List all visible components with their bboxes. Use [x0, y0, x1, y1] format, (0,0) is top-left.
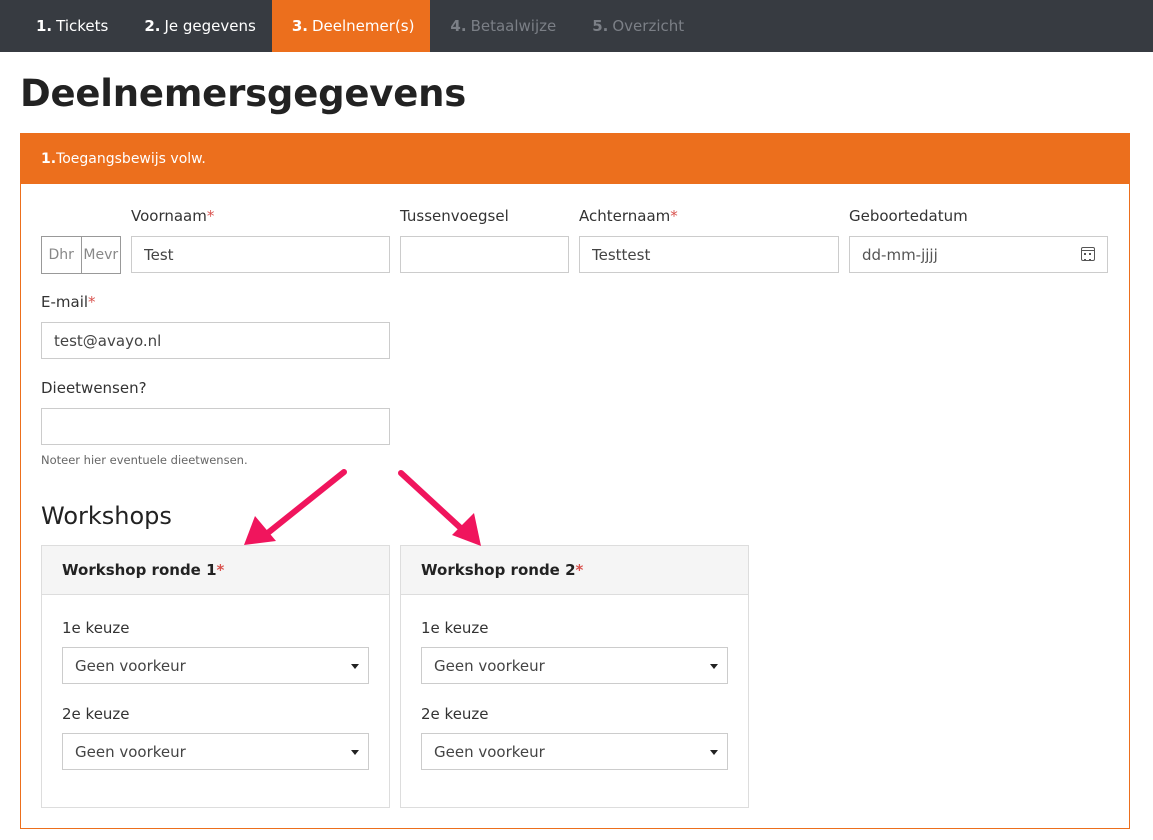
page-title: Deelnemersgegevens	[20, 72, 467, 115]
participant-panel: 1. Toegangsbewijs volw. Dhr Mevr Voornaam…	[20, 133, 1130, 829]
email-input[interactable]	[41, 322, 390, 359]
select-value: Geen voorkeur	[75, 742, 186, 761]
required-mark: *	[670, 207, 678, 225]
voornaam-input[interactable]	[131, 236, 390, 273]
workshop-round-1-card: Workshop ronde 1 * 1e keuze Geen voorkeur…	[41, 545, 390, 808]
gender-dhr-button[interactable]: Dhr	[42, 237, 82, 273]
caret-down-icon	[710, 664, 718, 669]
step-number: 1.	[36, 17, 53, 35]
step-number: 3.	[291, 17, 308, 35]
caret-down-icon	[351, 750, 359, 755]
step-label: Overzicht	[612, 17, 685, 35]
gender-mevr-button[interactable]: Mevr	[82, 237, 121, 273]
email-label-text: E-mail	[41, 293, 89, 311]
step-label: Tickets	[56, 17, 109, 35]
required-mark: *	[88, 293, 96, 311]
achternaam-label-text: Achternaam	[579, 207, 671, 225]
voornaam-label: Voornaam*	[131, 207, 214, 225]
gender-toggle: Dhr Mevr	[41, 236, 121, 274]
round-1-choice-2-select[interactable]: Geen voorkeur	[62, 733, 369, 770]
step-betaalwijze: 4. Betaalwijze	[430, 0, 572, 52]
choice-2-label: 2e keuze	[421, 705, 489, 723]
panel-header: 1. Toegangsbewijs volw.	[21, 134, 1129, 184]
round-2-choice-1-select[interactable]: Geen voorkeur	[421, 647, 728, 684]
checkout-steps: 1. Tickets 2. Je gegevens 3. Deelnemer(s) 4…	[0, 0, 1153, 52]
date-placeholder: dd-mm-jjjj	[862, 245, 938, 264]
geboortedatum-input[interactable]: dd-mm-jjjj	[849, 236, 1108, 273]
tussenvoegsel-label: Tussenvoegsel	[400, 207, 509, 225]
tussenvoegsel-input[interactable]	[400, 236, 569, 273]
workshop-round-title: Workshop ronde 1	[62, 561, 217, 579]
step-number: 5.	[592, 17, 609, 35]
workshop-round-1-header: Workshop ronde 1 *	[42, 546, 389, 595]
workshop-round-2-header: Workshop ronde 2 *	[401, 546, 748, 595]
voornaam-label-text: Voornaam	[131, 207, 207, 225]
required-mark: *	[206, 207, 215, 225]
step-deelnemers[interactable]: 3. Deelnemer(s)	[271, 0, 431, 52]
geboortedatum-label: Geboortedatum	[849, 207, 968, 225]
calendar-icon[interactable]	[1081, 247, 1095, 261]
select-value: Geen voorkeur	[434, 742, 545, 761]
achternaam-label: Achternaam*	[579, 207, 678, 225]
achternaam-input[interactable]	[579, 236, 839, 273]
caret-down-icon	[710, 750, 718, 755]
workshop-round-title: Workshop ronde 2	[421, 561, 576, 579]
panel-title: Toegangsbewijs volw.	[56, 151, 206, 167]
round-2-choice-2-select[interactable]: Geen voorkeur	[421, 733, 728, 770]
step-label: Deelnemer(s)	[311, 17, 415, 35]
workshops-heading: Workshops	[41, 502, 172, 530]
select-value: Geen voorkeur	[75, 656, 186, 675]
required-mark: *	[575, 561, 584, 579]
step-number: 4.	[450, 17, 467, 35]
dieet-label: Dieetwensen?	[41, 379, 147, 397]
caret-down-icon	[351, 664, 359, 669]
step-overzicht: 5. Overzicht	[572, 0, 700, 52]
step-label: Betaalwijze	[470, 17, 557, 35]
select-value: Geen voorkeur	[434, 656, 545, 675]
email-label: E-mail*	[41, 293, 96, 311]
step-je-gegevens[interactable]: 2. Je gegevens	[124, 0, 272, 52]
required-mark: *	[216, 561, 225, 579]
choice-1-label: 1e keuze	[62, 619, 130, 637]
step-label: Je gegevens	[164, 17, 256, 35]
choice-2-label: 2e keuze	[62, 705, 130, 723]
dieet-input[interactable]	[41, 408, 390, 445]
step-tickets[interactable]: 1. Tickets	[0, 0, 124, 52]
choice-1-label: 1e keuze	[421, 619, 489, 637]
panel-number: 1.	[41, 151, 57, 167]
dieet-help-text: Noteer hier eventuele dieetwensen.	[41, 453, 248, 467]
step-number: 2.	[144, 17, 161, 35]
workshop-round-2-card: Workshop ronde 2 * 1e keuze Geen voorkeur…	[400, 545, 749, 808]
round-1-choice-1-select[interactable]: Geen voorkeur	[62, 647, 369, 684]
